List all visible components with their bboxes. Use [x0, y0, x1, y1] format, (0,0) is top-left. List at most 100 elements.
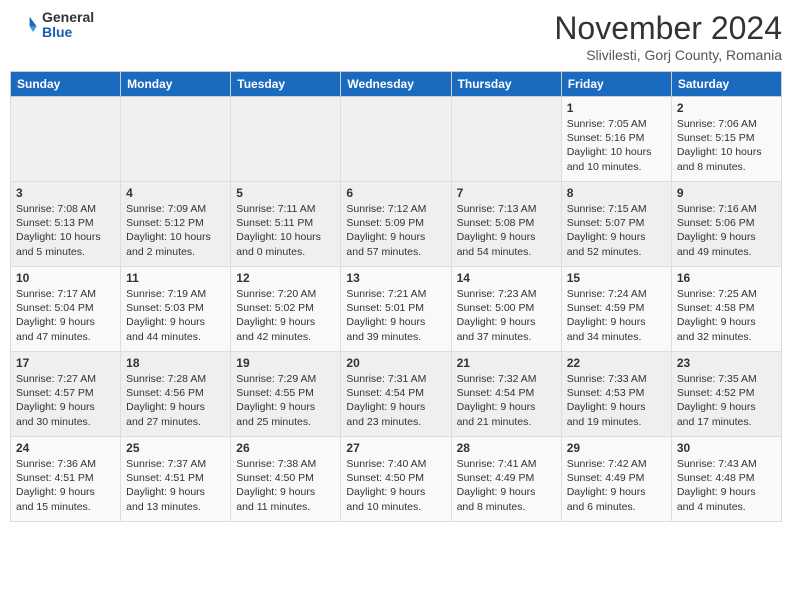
day-info: Sunrise: 7:09 AM Sunset: 5:12 PM Dayligh…: [126, 202, 225, 259]
page-header: General Blue November 2024 Slivilesti, G…: [10, 10, 782, 63]
day-info: Sunrise: 7:16 AM Sunset: 5:06 PM Dayligh…: [677, 202, 776, 259]
day-number: 22: [567, 356, 666, 370]
day-number: 14: [457, 271, 556, 285]
day-info: Sunrise: 7:28 AM Sunset: 4:56 PM Dayligh…: [126, 372, 225, 429]
day-number: 12: [236, 271, 335, 285]
calendar-cell: 29 Sunrise: 7:42 AM Sunset: 4:49 PM Dayli…: [561, 437, 671, 522]
day-header-saturday: Saturday: [671, 72, 781, 97]
calendar-cell: 17 Sunrise: 7:27 AM Sunset: 4:57 PM Dayli…: [11, 352, 121, 437]
day-number: 29: [567, 441, 666, 455]
calendar-cell: 21 Sunrise: 7:32 AM Sunset: 4:54 PM Dayli…: [451, 352, 561, 437]
calendar-cell: 28Sunrise: 7:41 AM Sunset: 4:49 PM Dayli…: [451, 437, 561, 522]
day-number: 10: [16, 271, 115, 285]
day-info: Sunrise: 7:33 AM Sunset: 4:53 PM Dayligh…: [567, 372, 666, 429]
calendar-cell: [451, 97, 561, 182]
calendar-cell: 12Sunrise: 7:20 AM Sunset: 5:02 PM Dayli…: [231, 267, 341, 352]
logo: General Blue: [10, 10, 94, 41]
day-number: 17: [16, 356, 115, 370]
day-info: Sunrise: 7:27 AM Sunset: 4:57 PM Dayligh…: [16, 372, 115, 429]
calendar-cell: 19 Sunrise: 7:29 AM Sunset: 4:55 PM Dayli…: [231, 352, 341, 437]
calendar-cell: 3 Sunrise: 7:08 AM Sunset: 5:13 PM Daylig…: [11, 182, 121, 267]
calendar-cell: 20 Sunrise: 7:31 AM Sunset: 4:54 PM Dayli…: [341, 352, 451, 437]
calendar-cell: 13 Sunrise: 7:21 AM Sunset: 5:01 PM Dayli…: [341, 267, 451, 352]
day-info: Sunrise: 7:06 AM Sunset: 5:15 PM Dayligh…: [677, 117, 776, 174]
day-number: 2: [677, 101, 776, 115]
location-subtitle: Slivilesti, Gorj County, Romania: [554, 47, 782, 63]
calendar-cell: [231, 97, 341, 182]
calendar-header-row: SundayMondayTuesdayWednesdayThursdayFrid…: [11, 72, 782, 97]
logo-text: General Blue: [42, 10, 94, 41]
day-header-wednesday: Wednesday: [341, 72, 451, 97]
day-info: Sunrise: 7:21 AM Sunset: 5:01 PM Dayligh…: [346, 287, 445, 344]
calendar-cell: 15 Sunrise: 7:24 AM Sunset: 4:59 PM Dayli…: [561, 267, 671, 352]
title-section: November 2024 Slivilesti, Gorj County, R…: [554, 10, 782, 63]
day-info: Sunrise: 7:23 AM Sunset: 5:00 PM Dayligh…: [457, 287, 556, 344]
day-info: Sunrise: 7:29 AM Sunset: 4:55 PM Dayligh…: [236, 372, 335, 429]
day-number: 7: [457, 186, 556, 200]
day-number: 20: [346, 356, 445, 370]
day-info: Sunrise: 7:31 AM Sunset: 4:54 PM Dayligh…: [346, 372, 445, 429]
day-number: 26: [236, 441, 335, 455]
day-info: Sunrise: 7:36 AM Sunset: 4:51 PM Dayligh…: [16, 457, 115, 514]
day-info: Sunrise: 7:43 AM Sunset: 4:48 PM Dayligh…: [677, 457, 776, 514]
day-header-sunday: Sunday: [11, 72, 121, 97]
day-number: 5: [236, 186, 335, 200]
day-number: 3: [16, 186, 115, 200]
day-info: Sunrise: 7:13 AM Sunset: 5:08 PM Dayligh…: [457, 202, 556, 259]
calendar-cell: 4Sunrise: 7:09 AM Sunset: 5:12 PM Daylig…: [121, 182, 231, 267]
calendar-week-3: 10 Sunrise: 7:17 AM Sunset: 5:04 PM Dayli…: [11, 267, 782, 352]
day-number: 13: [346, 271, 445, 285]
day-info: Sunrise: 7:19 AM Sunset: 5:03 PM Dayligh…: [126, 287, 225, 344]
calendar-cell: 27 Sunrise: 7:40 AM Sunset: 4:50 PM Dayli…: [341, 437, 451, 522]
day-number: 15: [567, 271, 666, 285]
day-info: Sunrise: 7:08 AM Sunset: 5:13 PM Dayligh…: [16, 202, 115, 259]
day-info: Sunrise: 7:05 AM Sunset: 5:16 PM Dayligh…: [567, 117, 666, 174]
day-header-tuesday: Tuesday: [231, 72, 341, 97]
calendar-week-5: 24 Sunrise: 7:36 AM Sunset: 4:51 PM Dayli…: [11, 437, 782, 522]
day-header-monday: Monday: [121, 72, 231, 97]
day-number: 6: [346, 186, 445, 200]
calendar-cell: 7 Sunrise: 7:13 AM Sunset: 5:08 PM Daylig…: [451, 182, 561, 267]
day-number: 25: [126, 441, 225, 455]
calendar-cell: [121, 97, 231, 182]
day-number: 18: [126, 356, 225, 370]
day-number: 21: [457, 356, 556, 370]
calendar-cell: 25Sunrise: 7:37 AM Sunset: 4:51 PM Dayli…: [121, 437, 231, 522]
calendar-cell: 9 Sunrise: 7:16 AM Sunset: 5:06 PM Daylig…: [671, 182, 781, 267]
calendar-cell: 2 Sunrise: 7:06 AM Sunset: 5:15 PM Daylig…: [671, 97, 781, 182]
calendar-cell: 6Sunrise: 7:12 AM Sunset: 5:09 PM Daylig…: [341, 182, 451, 267]
calendar-cell: [11, 97, 121, 182]
logo-general: General: [42, 10, 94, 25]
calendar-cell: 11Sunrise: 7:19 AM Sunset: 5:03 PM Dayli…: [121, 267, 231, 352]
calendar-cell: 1 Sunrise: 7:05 AM Sunset: 5:16 PM Daylig…: [561, 97, 671, 182]
calendar-cell: 22 Sunrise: 7:33 AM Sunset: 4:53 PM Dayli…: [561, 352, 671, 437]
day-number: 24: [16, 441, 115, 455]
calendar-cell: 5Sunrise: 7:11 AM Sunset: 5:11 PM Daylig…: [231, 182, 341, 267]
day-info: Sunrise: 7:41 AM Sunset: 4:49 PM Dayligh…: [457, 457, 556, 514]
day-info: Sunrise: 7:25 AM Sunset: 4:58 PM Dayligh…: [677, 287, 776, 344]
day-info: Sunrise: 7:32 AM Sunset: 4:54 PM Dayligh…: [457, 372, 556, 429]
day-number: 9: [677, 186, 776, 200]
calendar-cell: [341, 97, 451, 182]
day-info: Sunrise: 7:40 AM Sunset: 4:50 PM Dayligh…: [346, 457, 445, 514]
day-info: Sunrise: 7:17 AM Sunset: 5:04 PM Dayligh…: [16, 287, 115, 344]
day-number: 30: [677, 441, 776, 455]
day-number: 1: [567, 101, 666, 115]
calendar-week-1: 1 Sunrise: 7:05 AM Sunset: 5:16 PM Daylig…: [11, 97, 782, 182]
day-header-thursday: Thursday: [451, 72, 561, 97]
day-info: Sunrise: 7:35 AM Sunset: 4:52 PM Dayligh…: [677, 372, 776, 429]
day-info: Sunrise: 7:24 AM Sunset: 4:59 PM Dayligh…: [567, 287, 666, 344]
calendar-cell: 16Sunrise: 7:25 AM Sunset: 4:58 PM Dayli…: [671, 267, 781, 352]
day-info: Sunrise: 7:42 AM Sunset: 4:49 PM Dayligh…: [567, 457, 666, 514]
calendar-cell: 30 Sunrise: 7:43 AM Sunset: 4:48 PM Dayli…: [671, 437, 781, 522]
calendar-cell: 24 Sunrise: 7:36 AM Sunset: 4:51 PM Dayli…: [11, 437, 121, 522]
day-number: 8: [567, 186, 666, 200]
month-title: November 2024: [554, 10, 782, 47]
day-number: 27: [346, 441, 445, 455]
day-number: 19: [236, 356, 335, 370]
calendar-week-4: 17 Sunrise: 7:27 AM Sunset: 4:57 PM Dayli…: [11, 352, 782, 437]
day-number: 23: [677, 356, 776, 370]
calendar-cell: 23 Sunrise: 7:35 AM Sunset: 4:52 PM Dayli…: [671, 352, 781, 437]
calendar-cell: 10 Sunrise: 7:17 AM Sunset: 5:04 PM Dayli…: [11, 267, 121, 352]
day-header-friday: Friday: [561, 72, 671, 97]
